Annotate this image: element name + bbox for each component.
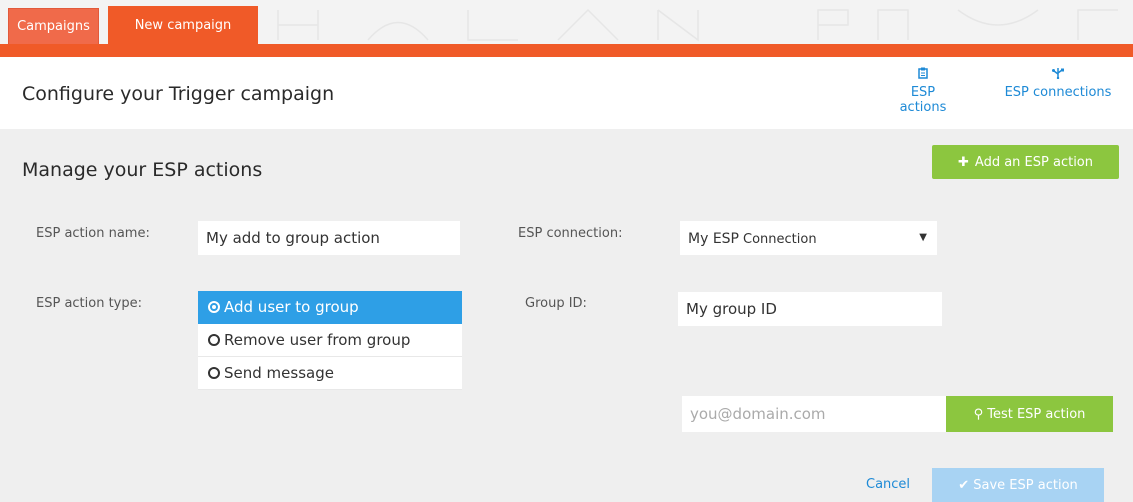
tab-new-campaign[interactable]: New campaign xyxy=(108,6,258,46)
test-esp-action-button[interactable]: ⚲ Test ESP action xyxy=(946,396,1113,432)
esp-action-name-input[interactable]: My add to group action xyxy=(198,221,460,255)
esp-action-name-label: ESP action name: xyxy=(36,226,150,241)
usb-icon xyxy=(994,67,1122,85)
test-email-input[interactable]: you@domain.com xyxy=(682,396,946,432)
esp-connections-label: ESP connections xyxy=(1004,85,1112,100)
action-type-send-message[interactable]: Send message xyxy=(198,357,462,390)
test-esp-action-label: Test ESP action xyxy=(987,406,1086,422)
esp-connection-value-sub: Connection xyxy=(743,232,817,247)
group-id-input[interactable]: My group ID xyxy=(678,292,942,326)
esp-connection-value-main: My ESP xyxy=(688,231,739,247)
save-esp-action-label: Save ESP action xyxy=(973,477,1078,493)
decorative-background xyxy=(277,8,1118,42)
action-type-remove-user[interactable]: Remove user from group xyxy=(198,324,462,357)
plus-icon: ✚ xyxy=(958,154,969,170)
action-type-label: Send message xyxy=(224,364,334,382)
esp-action-type-label: ESP action type: xyxy=(36,296,143,311)
esp-connections-link[interactable]: ESP connections xyxy=(994,67,1122,100)
check-icon: ✔ xyxy=(958,477,970,493)
radio-icon xyxy=(208,367,220,379)
radio-icon xyxy=(208,334,220,346)
action-type-label: Add user to group xyxy=(224,298,359,316)
save-esp-action-button[interactable]: ✔ Save ESP action xyxy=(932,468,1104,502)
esp-actions-label: ESP actions xyxy=(899,85,947,115)
action-type-add-user[interactable]: Add user to group xyxy=(198,291,462,324)
cancel-link[interactable]: Cancel xyxy=(866,477,910,492)
tab-campaigns[interactable]: Campaigns xyxy=(8,8,99,44)
esp-actions-link[interactable]: ESP actions xyxy=(886,67,960,115)
caret-down-icon: ▼ xyxy=(919,232,927,243)
add-esp-action-button[interactable]: ✚ Add an ESP action xyxy=(932,145,1119,179)
clipboard-icon xyxy=(886,67,960,85)
top-tab-bar: Campaigns New campaign xyxy=(0,0,1133,48)
page-title: Configure your Trigger campaign xyxy=(22,83,335,105)
flask-icon: ⚲ xyxy=(973,406,984,422)
esp-connection-select[interactable]: My ESP Connection ▼ xyxy=(680,221,937,255)
main-panel: Manage your ESP actions ✚ Add an ESP acti… xyxy=(0,129,1133,502)
add-esp-action-label: Add an ESP action xyxy=(974,154,1093,170)
group-id-label: Group ID: xyxy=(525,296,587,311)
radio-selected-icon xyxy=(208,301,220,313)
action-type-label: Remove user from group xyxy=(224,331,411,349)
esp-connection-label: ESP connection: xyxy=(518,226,623,241)
tab-underline-bar xyxy=(0,44,1133,57)
esp-action-type-list: Add user to group Remove user from group… xyxy=(198,291,462,390)
section-title: Manage your ESP actions xyxy=(22,159,263,181)
page-header: Configure your Trigger campaign ESP acti… xyxy=(0,57,1133,129)
